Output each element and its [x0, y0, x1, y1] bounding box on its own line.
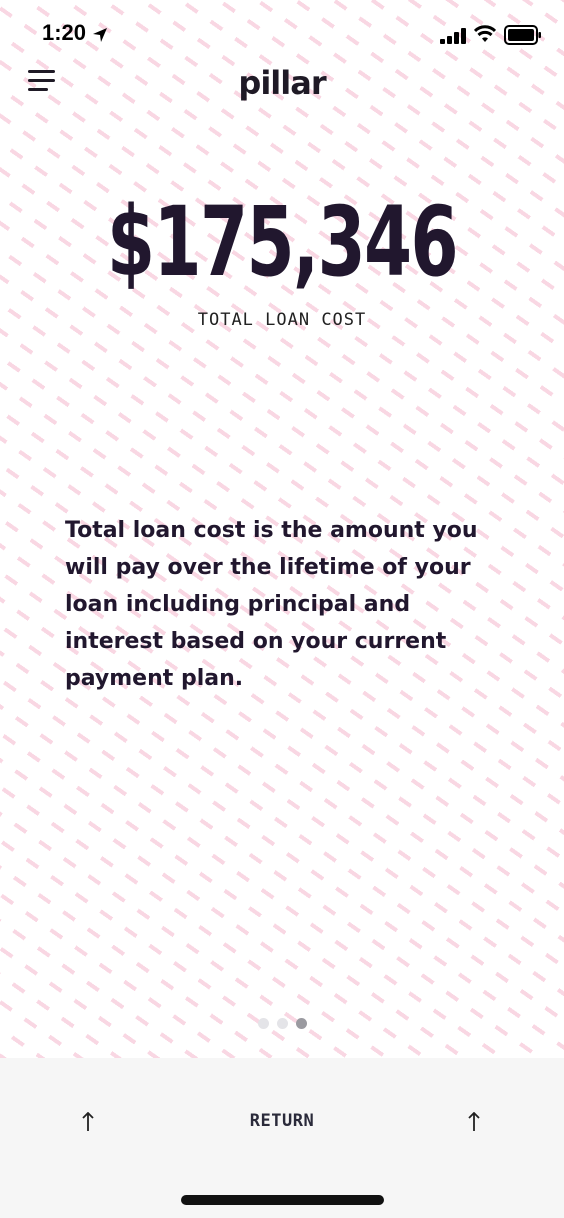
status-bar: 1:20: [0, 0, 564, 70]
loan-cost-description: Total loan cost is the amount you will p…: [65, 518, 478, 691]
home-indicator: [181, 1195, 384, 1205]
location-arrow-icon: [93, 28, 107, 42]
total-loan-cost-label: TOTAL LOAN COST: [197, 310, 367, 330]
wifi-icon: [474, 25, 496, 42]
cellular-signal-icon: [440, 28, 466, 44]
page-dot[interactable]: [257, 1018, 269, 1029]
page-dot[interactable]: [276, 1018, 288, 1029]
page-indicator: [0, 1018, 564, 1029]
arrow-up-icon[interactable]: [467, 1112, 481, 1132]
status-time: 1:20: [42, 20, 87, 45]
total-loan-cost-value: $175,346: [107, 186, 459, 298]
battery-icon: [504, 25, 541, 45]
footer-bar: [0, 1058, 564, 1218]
app-logo: pillar: [238, 64, 326, 102]
page-dot-active[interactable]: [295, 1018, 307, 1029]
